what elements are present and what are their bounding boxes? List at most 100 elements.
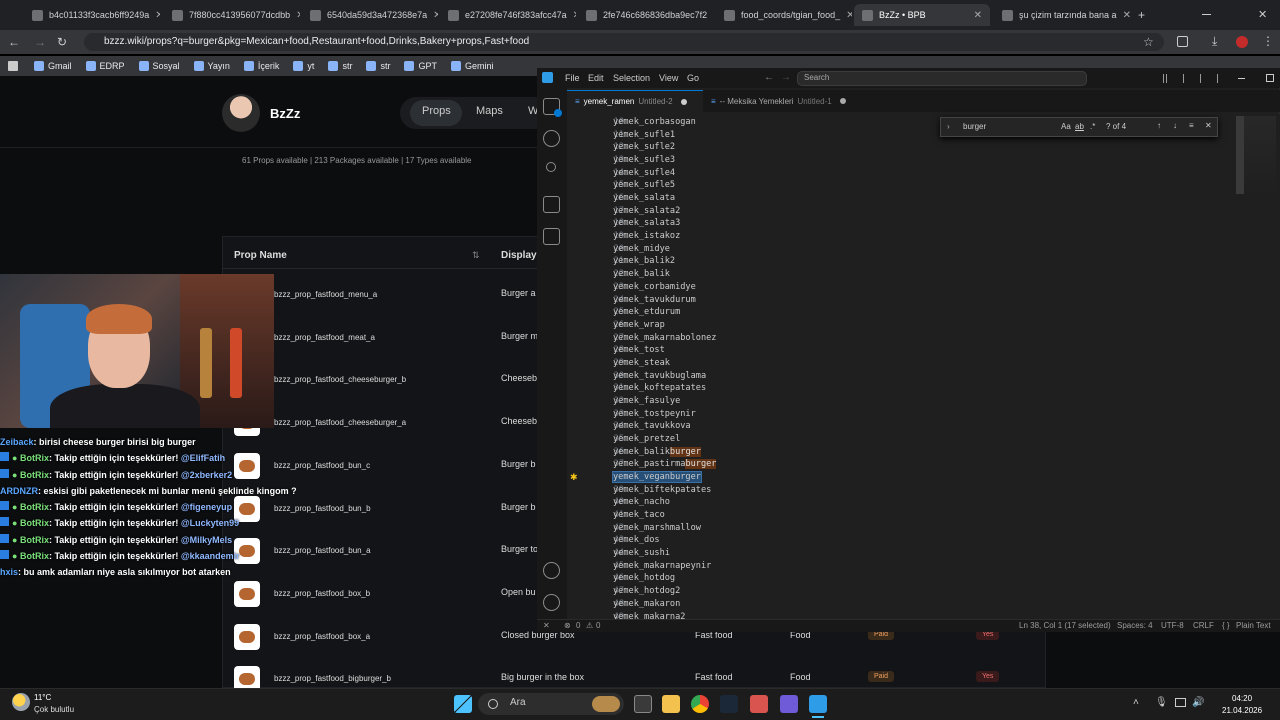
forward-icon[interactable]: → — [34, 35, 46, 49]
extensions-icon[interactable] — [1177, 36, 1188, 47]
brand-name[interactable]: BzZz — [270, 106, 300, 121]
browser-tab[interactable]: 2fe746c686836dba9ec7f2 ✕ — [578, 4, 714, 26]
prop-package[interactable]: Fast food — [695, 672, 733, 682]
steam-icon[interactable] — [720, 695, 738, 713]
browser-tab[interactable]: food_coords/tgian_food_ ✕ — [716, 4, 852, 26]
extensions-icon[interactable] — [543, 228, 560, 245]
bookmark-item[interactable]: Gmail — [34, 61, 72, 71]
find-input[interactable]: burger — [963, 122, 986, 131]
code-line[interactable]: yemek_balik2 — [613, 256, 675, 266]
menu-icon[interactable]: ⋮ — [1262, 34, 1274, 48]
code-line[interactable]: yemek_sufle1 — [613, 130, 675, 140]
bookmark-star-icon[interactable]: ☆ — [1143, 35, 1154, 49]
chat-username[interactable]: BotRix — [20, 518, 49, 528]
code-line[interactable]: yemek_sufle5 — [613, 180, 675, 190]
code-line[interactable]: yemek_balik — [613, 269, 670, 279]
encoding[interactable]: UTF-8 — [1161, 621, 1184, 630]
cursor-position[interactable]: Ln 38, Col 1 (17 selected) — [1019, 621, 1111, 630]
language-mode[interactable]: Plain Text — [1236, 621, 1271, 630]
whole-word-toggle[interactable]: ab — [1075, 122, 1084, 131]
window-minimize-icon[interactable] — [1238, 78, 1245, 79]
code-line[interactable]: yemek_hotdog — [613, 573, 675, 583]
unsaved-dot-icon[interactable] — [839, 98, 846, 104]
code-line[interactable]: yemek_sufle2 — [613, 142, 675, 152]
regex-toggle[interactable]: .* — [1090, 122, 1095, 131]
close-find-icon[interactable]: ✕ — [1205, 121, 1212, 130]
tab-close-icon[interactable]: ✕ — [155, 10, 160, 21]
settings-gear-icon[interactable] — [543, 594, 560, 611]
new-tab-button[interactable]: + — [1138, 8, 1145, 22]
code-line[interactable]: yemek_pastirmaburger — [613, 459, 717, 470]
code-line[interactable]: yemek_makaron — [613, 599, 680, 609]
previous-match-icon[interactable]: ↑ — [1157, 121, 1161, 130]
source-control-icon[interactable] — [546, 162, 556, 172]
language-braces-icon[interactable]: { } — [1222, 621, 1230, 630]
network-icon[interactable] — [1175, 698, 1186, 707]
menu-file[interactable]: File — [565, 73, 580, 83]
browser-tab[interactable]: e27208fe746f383afcc47a ✕ — [440, 4, 576, 26]
bookmark-item[interactable]: Sosyal — [138, 61, 180, 71]
nav-props[interactable]: Props — [422, 105, 451, 117]
bookmark-item[interactable]: İçerik — [243, 61, 279, 71]
chat-mention[interactable]: @figeneyup — [181, 502, 232, 512]
search-icon[interactable] — [543, 130, 560, 147]
code-line[interactable]: yemek_tavukkova — [613, 421, 691, 431]
url-input[interactable]: bzzz.wiki/props?q=burger&pkg=Mexican+foo… — [84, 33, 1164, 51]
browser-tab[interactable]: BzZz • BPB ✕ — [854, 4, 990, 26]
bookmark-item[interactable]: yt — [293, 61, 314, 71]
tab-close-icon[interactable]: ✕ — [573, 10, 576, 21]
lightbulb-icon[interactable]: ✱ — [570, 472, 578, 483]
visual-studio-icon[interactable] — [780, 695, 798, 713]
code-line[interactable]: yemek_tavukdurum — [613, 295, 696, 305]
tab-yemek-ramen[interactable]: ≡ yemek_ramen Untitled-2 — [567, 90, 703, 112]
code-line[interactable]: yemek_tostpeynir — [613, 409, 696, 419]
chat-mention[interactable]: @MilkyMels — [181, 535, 232, 545]
code-line[interactable]: yemek_etdurum — [613, 307, 680, 317]
nav-back-icon[interactable]: ← — [764, 72, 774, 83]
code-line[interactable]: yemek_taco — [613, 510, 665, 520]
back-icon[interactable]: ← — [8, 35, 20, 49]
code-line[interactable]: yemek_midye — [613, 244, 670, 254]
chat-mention[interactable]: @Luckyten99 — [181, 518, 239, 528]
code-line[interactable]: yemek_istakoz — [613, 231, 680, 241]
weather-temp[interactable]: 11°C — [34, 693, 51, 702]
chrome-icon[interactable] — [691, 695, 709, 713]
menu-edit[interactable]: Edit — [588, 73, 604, 83]
chat-username[interactable]: ARDNZR — [0, 486, 38, 496]
code-line[interactable]: yemek_koftepatates — [613, 383, 706, 393]
chat-username[interactable]: BotRix — [20, 535, 49, 545]
bookmark-item[interactable]: Gemini — [450, 61, 493, 71]
clock-date[interactable]: 21.04.2026 — [1222, 706, 1262, 715]
code-line[interactable]: yemek_pretzel — [613, 434, 680, 444]
window-restore-icon[interactable] — [1266, 74, 1274, 82]
unsaved-dot-icon[interactable] — [680, 98, 687, 105]
reload-icon[interactable]: ↻ — [57, 35, 67, 49]
tab-meksika-yemekleri[interactable]: ≡ -- Meksika Yemekleri Untitled-1 — [703, 90, 859, 112]
menu-selection[interactable]: Selection — [613, 73, 650, 83]
code-line[interactable]: yemek_biftekpatates — [613, 485, 711, 495]
match-case-toggle[interactable]: Aa — [1061, 122, 1071, 131]
chat-username[interactable]: BotRix — [20, 470, 49, 480]
task-view-icon[interactable] — [634, 695, 652, 713]
download-icon[interactable]: ⤓ — [1212, 34, 1217, 49]
volume-icon[interactable]: 🔊 — [1192, 697, 1204, 708]
code-line[interactable]: yemek_salata3 — [613, 218, 680, 228]
bookmark-item[interactable]: GPT — [404, 61, 437, 71]
menu-go[interactable]: Go — [687, 73, 699, 83]
code-line[interactable]: yemek_salata2 — [613, 206, 680, 216]
menu-view[interactable]: View — [659, 73, 678, 83]
find-in-selection-icon[interactable]: ≡ — [1189, 121, 1194, 130]
code-line[interactable]: yemek_veganburger — [612, 471, 702, 484]
chat-username[interactable]: BotRix — [20, 551, 49, 561]
tab-close-icon[interactable]: ✕ — [713, 10, 714, 21]
tab-close-icon[interactable]: ✕ — [1123, 10, 1130, 21]
browser-tab[interactable]: 7f880cc413956077dcdbb ✕ — [164, 4, 300, 26]
chat-username[interactable]: BotRix — [20, 453, 49, 463]
column-prop-name[interactable]: Prop Name — [234, 250, 287, 261]
warnings-count[interactable]: 0 — [596, 621, 600, 630]
nav-forward-icon[interactable]: → — [781, 72, 791, 83]
layout-icons[interactable] — [1158, 74, 1220, 83]
browser-tab[interactable]: şu çizim tarzında bana a ✕ — [994, 4, 1130, 26]
code-line[interactable]: yemek_tavukbuglama — [613, 371, 706, 381]
clock-time[interactable]: 04:20 — [1232, 694, 1252, 703]
